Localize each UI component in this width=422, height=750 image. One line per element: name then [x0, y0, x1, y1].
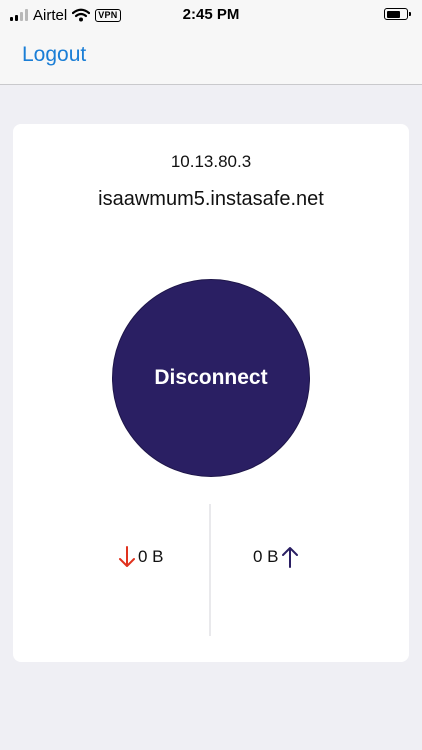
- stats-divider: [209, 504, 211, 636]
- ip-address: 10.13.80.3: [170, 152, 252, 171]
- server-host: isaawmum5.instasafe.net: [98, 188, 324, 210]
- nav-bar: Logout: [0, 30, 422, 85]
- arrow-up-icon: [281, 547, 298, 568]
- download-stat: 0 B: [118, 544, 164, 570]
- arrow-down-icon: [119, 546, 135, 567]
- disconnect-button[interactable]: Disconnect: [112, 279, 310, 477]
- status-bar: Airtel VPN 2:45 PM: [0, 0, 422, 30]
- logout-button[interactable]: Logout: [22, 43, 86, 67]
- status-time: 2:45 PM: [182, 6, 240, 23]
- battery-icon: [384, 8, 411, 20]
- disconnect-label: Disconnect: [154, 366, 268, 389]
- upload-value: 0 B: [253, 547, 279, 566]
- upload-stat: 0 B: [253, 544, 299, 570]
- connection-card: 10.13.80.3 isaawmum5.instasafe.net Disco…: [13, 124, 409, 662]
- download-value: 0 B: [138, 547, 164, 566]
